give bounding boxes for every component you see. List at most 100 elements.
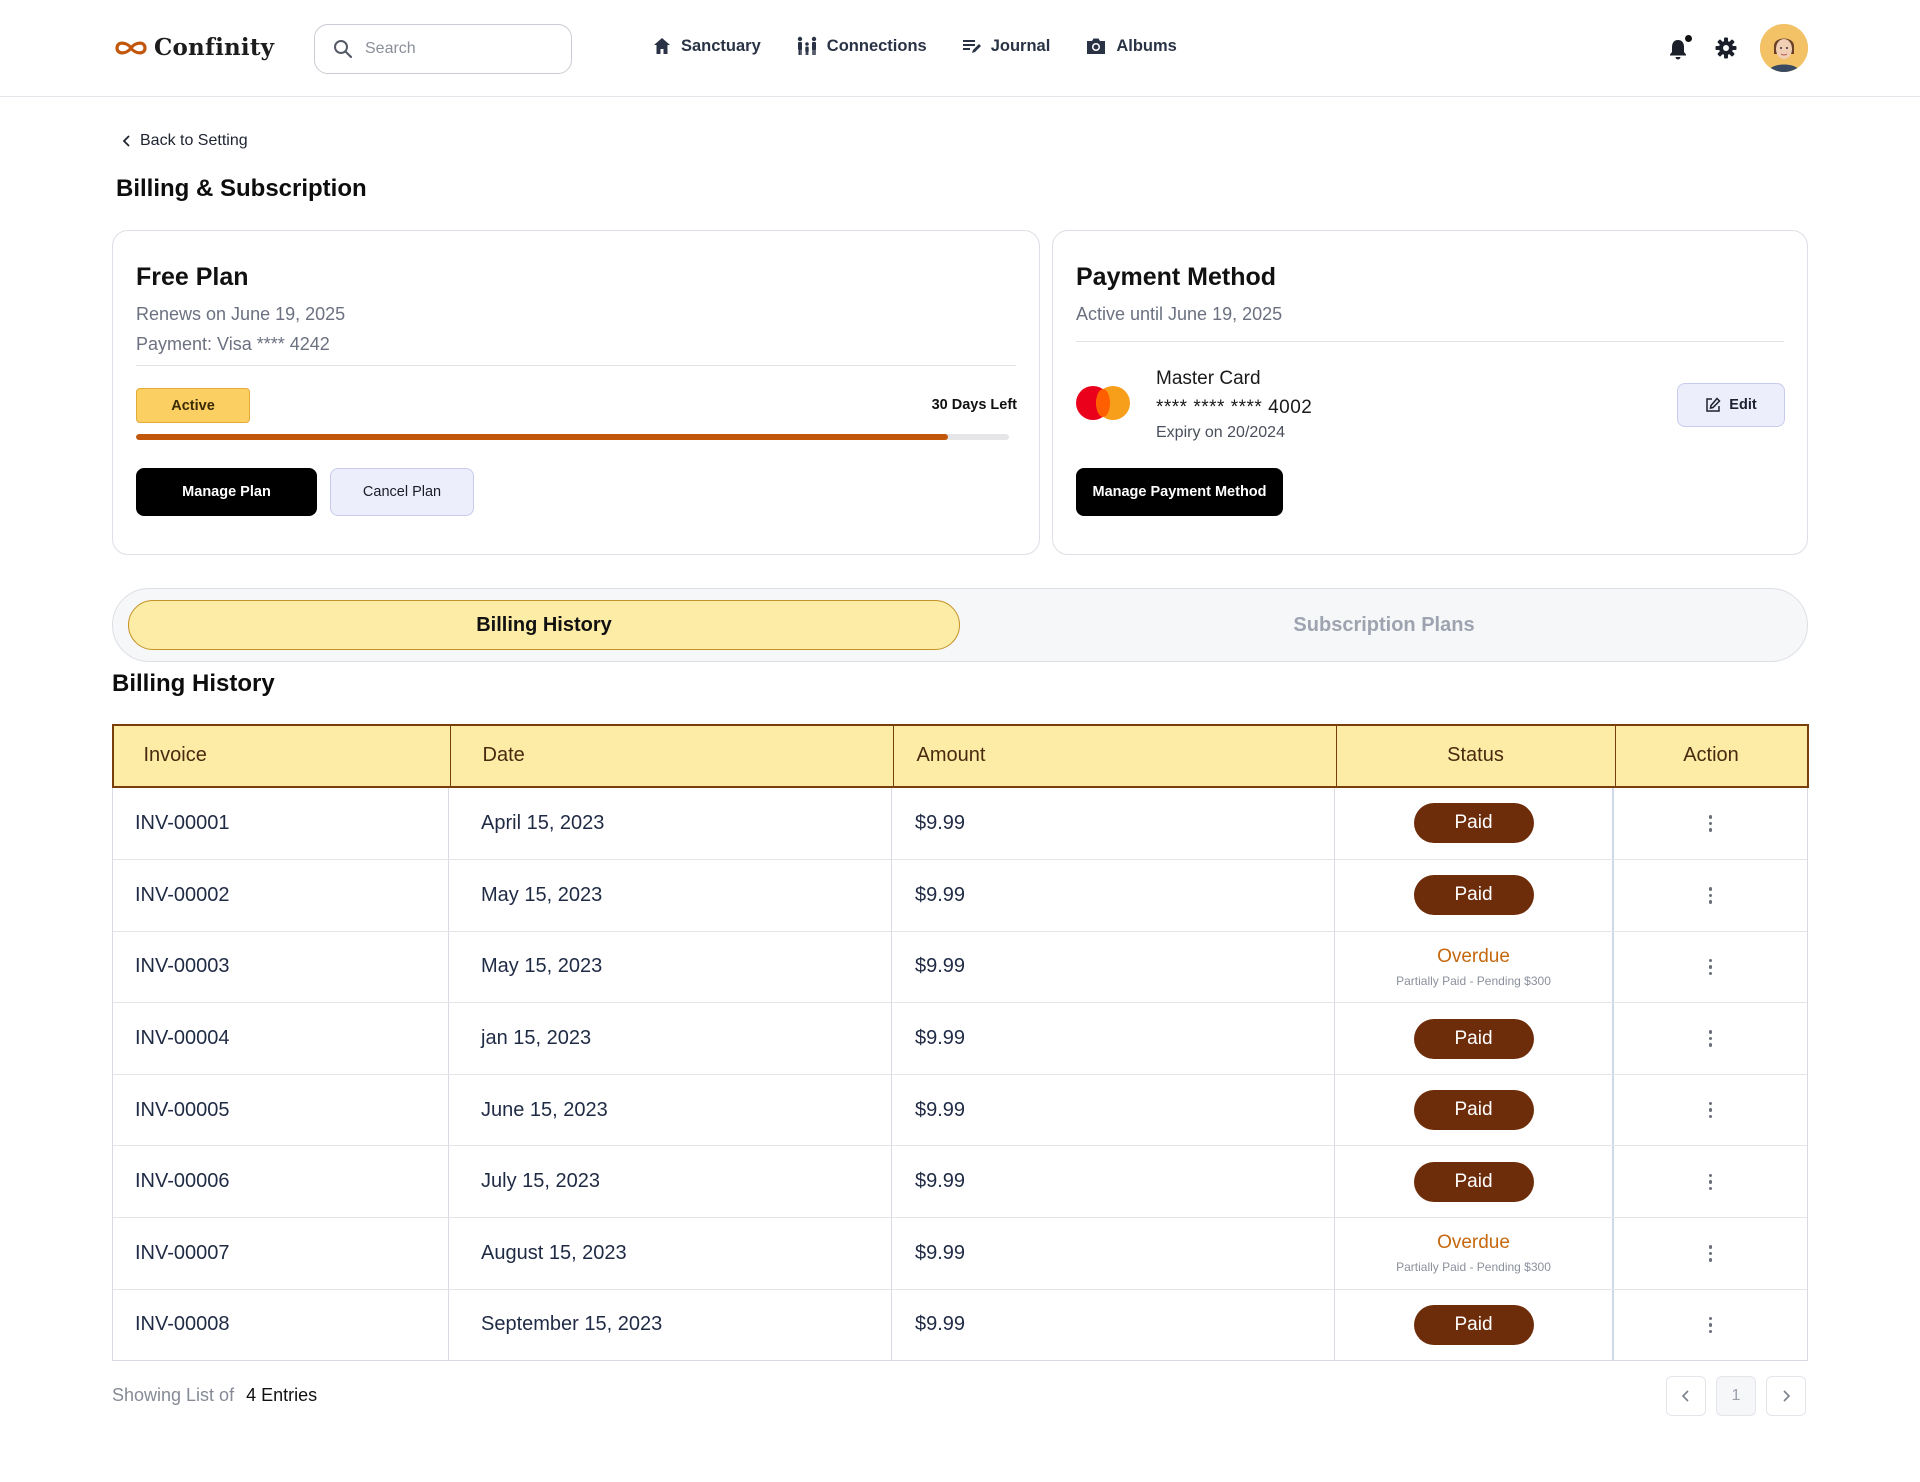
chevron-left-icon xyxy=(1681,1390,1689,1402)
more-options-icon[interactable] xyxy=(1701,955,1721,980)
more-options-icon[interactable] xyxy=(1701,1313,1721,1338)
tab-billing-history[interactable]: Billing History xyxy=(128,600,960,650)
date-cell: June 15, 2023 xyxy=(449,1074,892,1146)
plan-progress-bar xyxy=(136,434,1009,440)
nav-label: Sanctuary xyxy=(681,36,761,55)
nav-item-connections[interactable]: Connections xyxy=(796,36,927,56)
people-icon xyxy=(797,36,816,55)
more-options-icon[interactable] xyxy=(1701,1098,1721,1123)
more-options-icon[interactable] xyxy=(1701,1026,1721,1051)
action-cell xyxy=(1614,1146,1807,1217)
more-options-icon[interactable] xyxy=(1701,811,1721,836)
plan-payment-info: Payment: Visa **** 4242 xyxy=(136,334,330,354)
date-cell: September 15, 2023 xyxy=(449,1289,892,1361)
gear-icon[interactable] xyxy=(1714,36,1738,60)
section-title: Billing History xyxy=(112,670,275,697)
status-cell: Paid xyxy=(1335,860,1614,931)
search-input[interactable] xyxy=(365,40,545,58)
notification-dot xyxy=(1685,35,1692,42)
nav-item-journal[interactable]: Journal xyxy=(962,36,1050,56)
cancel-plan-button[interactable]: Cancel Plan xyxy=(330,468,474,516)
invoice-cell: INV-00003 xyxy=(113,931,449,1003)
status-overdue: Overdue xyxy=(1437,945,1510,967)
days-left-label: 30 Days Left xyxy=(931,397,1017,413)
app-logo[interactable]: Confinity xyxy=(114,34,274,61)
card-number: **** **** **** 4002 xyxy=(1156,397,1313,418)
status-cell: Paid xyxy=(1335,1003,1614,1074)
page-title: Billing & Subscription xyxy=(116,175,367,202)
amount-cell: $9.99 xyxy=(892,931,1335,1003)
invoice-cell: INV-00006 xyxy=(113,1146,449,1218)
invoice-cell: INV-00002 xyxy=(113,860,449,931)
date-cell: July 15, 2023 xyxy=(449,1146,892,1218)
more-options-icon[interactable] xyxy=(1701,1170,1721,1195)
next-page-button[interactable] xyxy=(1766,1376,1806,1416)
status-badge-paid: Paid xyxy=(1413,1018,1534,1059)
date-cell: jan 15, 2023 xyxy=(449,1003,892,1074)
status-badge-paid: Paid xyxy=(1413,1090,1534,1131)
manage-plan-button[interactable]: Manage Plan xyxy=(136,468,317,516)
logo-text: Confinity xyxy=(154,34,275,61)
column-header-amount: Amount xyxy=(894,725,1337,786)
amount-cell: $9.99 xyxy=(892,1003,1335,1074)
invoice-cell: INV-00005 xyxy=(113,1074,449,1146)
plan-title: Free Plan xyxy=(136,263,249,291)
status-badge-paid: Paid xyxy=(1413,875,1534,916)
table-row: INV-00006 July 15, 2023 $9.99 Paid xyxy=(113,1145,1807,1218)
nav-item-albums[interactable]: Albums xyxy=(1085,36,1177,56)
invoice-cell: INV-00007 xyxy=(113,1218,449,1289)
column-header-date: Date xyxy=(451,725,894,786)
back-to-setting-link[interactable]: Back to Setting xyxy=(122,132,248,150)
nav-label: Connections xyxy=(826,36,927,55)
table-row: INV-00002 May 15, 2023 $9.99 Paid xyxy=(113,859,1807,931)
user-avatar[interactable] xyxy=(1760,24,1808,72)
top-navigation-bar: Confinity Sanctuary Connections xyxy=(0,0,1920,97)
pagination-info: Showing List of 4 Entries xyxy=(112,1385,317,1406)
tab-subscription-plans[interactable]: Subscription Plans xyxy=(973,600,1795,650)
user-avatar-image xyxy=(1760,24,1808,72)
amount-cell: $9.99 xyxy=(892,1218,1335,1289)
table-header: Invoice Date Amount Status Action xyxy=(111,723,1809,788)
table-row: INV-00003 May 15, 2023 $9.99 Overdue Partial… xyxy=(113,930,1807,1003)
more-options-icon[interactable] xyxy=(1701,1241,1721,1266)
plan-card: Free Plan Renews on June 19, 2025 Paymen… xyxy=(112,230,1040,555)
billing-history-table: Invoice Date Amount Status Action INV-00… xyxy=(111,723,1809,1362)
infinity-logo-icon xyxy=(115,41,147,54)
column-header-status: Status xyxy=(1337,725,1616,786)
more-options-icon[interactable] xyxy=(1701,883,1721,908)
action-cell xyxy=(1614,860,1807,931)
amount-cell: $9.99 xyxy=(892,1146,1335,1218)
nav-item-sanctuary[interactable]: Sanctuary xyxy=(652,36,761,56)
invoice-cell: INV-00001 xyxy=(113,787,449,860)
column-header-invoice: Invoice xyxy=(114,725,451,786)
date-cell: August 15, 2023 xyxy=(449,1218,892,1289)
table-row: INV-00007 August 15, 2023 $9.99 Overdue Part… xyxy=(113,1217,1807,1289)
notifications-button[interactable] xyxy=(1666,35,1692,61)
edit-payment-button[interactable]: Edit xyxy=(1677,383,1785,427)
search-box[interactable] xyxy=(314,24,572,74)
search-icon xyxy=(334,40,353,59)
divider xyxy=(1076,341,1784,342)
edit-label: Edit xyxy=(1729,397,1757,413)
nav-label: Albums xyxy=(1116,36,1177,55)
header-actions xyxy=(1666,24,1808,72)
showing-label: Showing List of xyxy=(112,1385,235,1405)
status-cell: Overdue Partially Paid - Pending $300 xyxy=(1335,1218,1614,1289)
action-cell xyxy=(1614,788,1807,860)
page-number-button[interactable]: 1 xyxy=(1716,1376,1756,1416)
date-cell: May 15, 2023 xyxy=(449,860,892,931)
table-row: INV-00004 jan 15, 2023 $9.99 Paid xyxy=(113,1002,1807,1074)
status-cell: Overdue Partially Paid - Pending $300 xyxy=(1335,931,1614,1003)
date-cell: April 15, 2023 xyxy=(449,787,892,860)
payment-method-title: Payment Method xyxy=(1076,263,1277,291)
status-note: Partially Paid - Pending $300 xyxy=(1396,973,1551,988)
invoice-cell: INV-00008 xyxy=(113,1289,449,1361)
manage-payment-method-button[interactable]: Manage Payment Method xyxy=(1076,468,1283,516)
chevron-right-icon xyxy=(1783,1390,1791,1402)
home-icon xyxy=(654,38,670,54)
edit-icon xyxy=(1706,397,1721,412)
action-cell xyxy=(1614,1075,1807,1146)
plan-renewal-date: Renews on June 19, 2025 xyxy=(136,304,346,324)
previous-page-button[interactable] xyxy=(1666,1376,1706,1416)
amount-cell: $9.99 xyxy=(892,1074,1335,1146)
